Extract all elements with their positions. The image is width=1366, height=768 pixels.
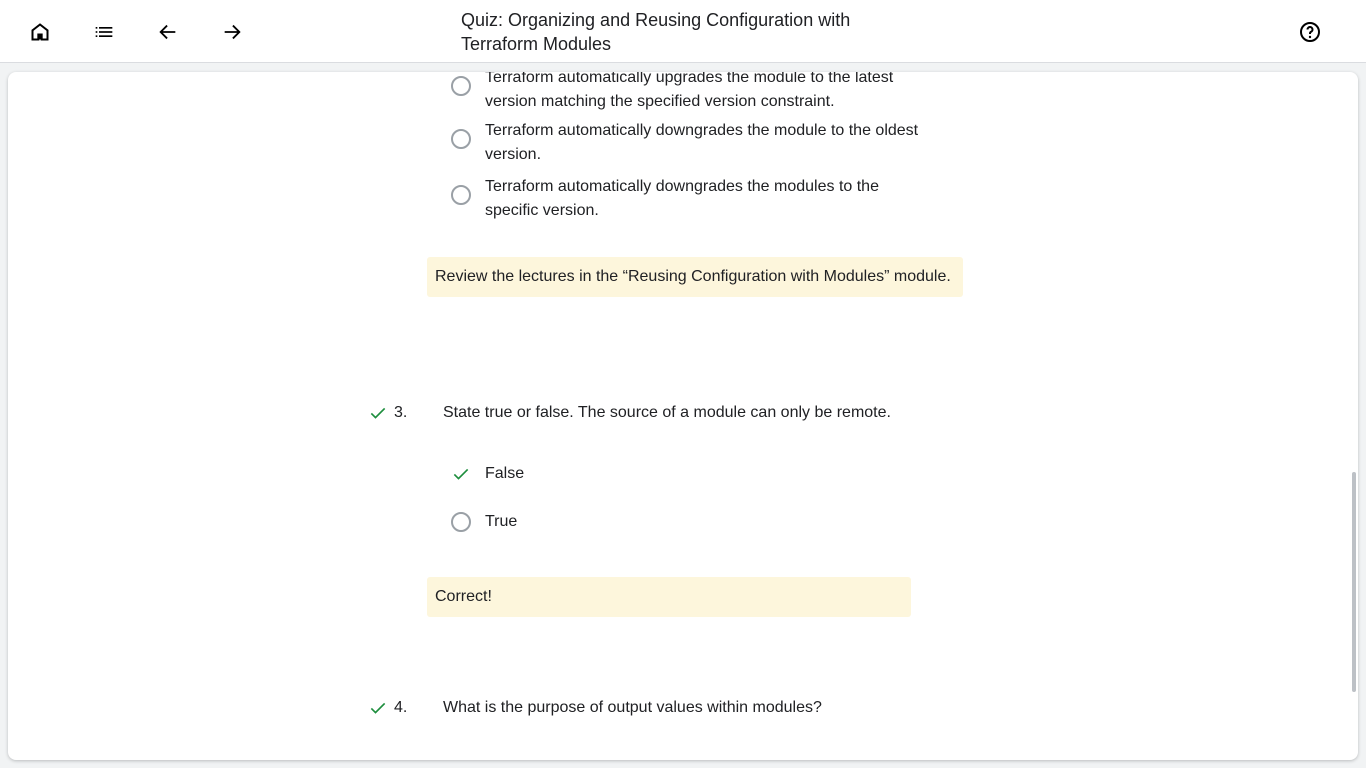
answer-option[interactable]: True [451,510,931,534]
forward-button[interactable] [216,16,248,48]
radio-button[interactable] [451,512,471,532]
question-text: State true or false. The source of a mod… [443,404,891,421]
outline-button[interactable] [88,16,120,48]
question-number: 4. [394,699,408,716]
radio-button[interactable] [451,76,471,96]
answer-option-correct[interactable]: False [451,462,931,486]
page-title: Quiz: Organizing and Reusing Configurati… [461,10,851,54]
help-icon [1300,22,1320,42]
option-label: True [485,513,518,530]
arrow-back-icon [159,24,176,40]
radio-button[interactable] [451,185,471,205]
quiz-content: Terraform automatically upgrades the mod… [8,72,1358,760]
top-bar: Quiz: Organizing and Reusing Configurati… [0,0,1366,63]
answer-option[interactable]: Terraform automatically downgrades the m… [451,119,931,167]
list-icon [95,27,113,37]
feedback-box: Correct! [427,577,911,617]
question-3: 3. State true or false. The source of a … [368,401,891,425]
option-label: Terraform automatically downgrades the m… [485,178,879,219]
back-button[interactable] [152,16,184,48]
option-label: Terraform automatically upgrades the mod… [485,72,894,110]
help-button[interactable] [1294,16,1326,48]
question-4: 4. What is the purpose of output values … [368,696,822,720]
answer-option[interactable]: Terraform automatically downgrades the m… [451,175,931,223]
arrow-forward-icon [224,24,241,40]
question-text: What is the purpose of output values wit… [443,699,822,716]
check-icon [453,468,469,480]
check-icon [370,407,386,419]
answer-option[interactable]: Terraform automatically upgrades the mod… [451,72,931,114]
radio-button[interactable] [451,129,471,149]
option-label: False [485,465,525,482]
home-icon [31,23,49,41]
scrollbar[interactable] [1352,472,1356,692]
option-label: Terraform automatically downgrades the m… [485,122,919,163]
feedback-box: Review the lectures in the “Reusing Conf… [427,257,963,297]
check-icon [370,702,386,714]
question-number: 3. [394,404,408,421]
home-button[interactable] [24,16,56,48]
